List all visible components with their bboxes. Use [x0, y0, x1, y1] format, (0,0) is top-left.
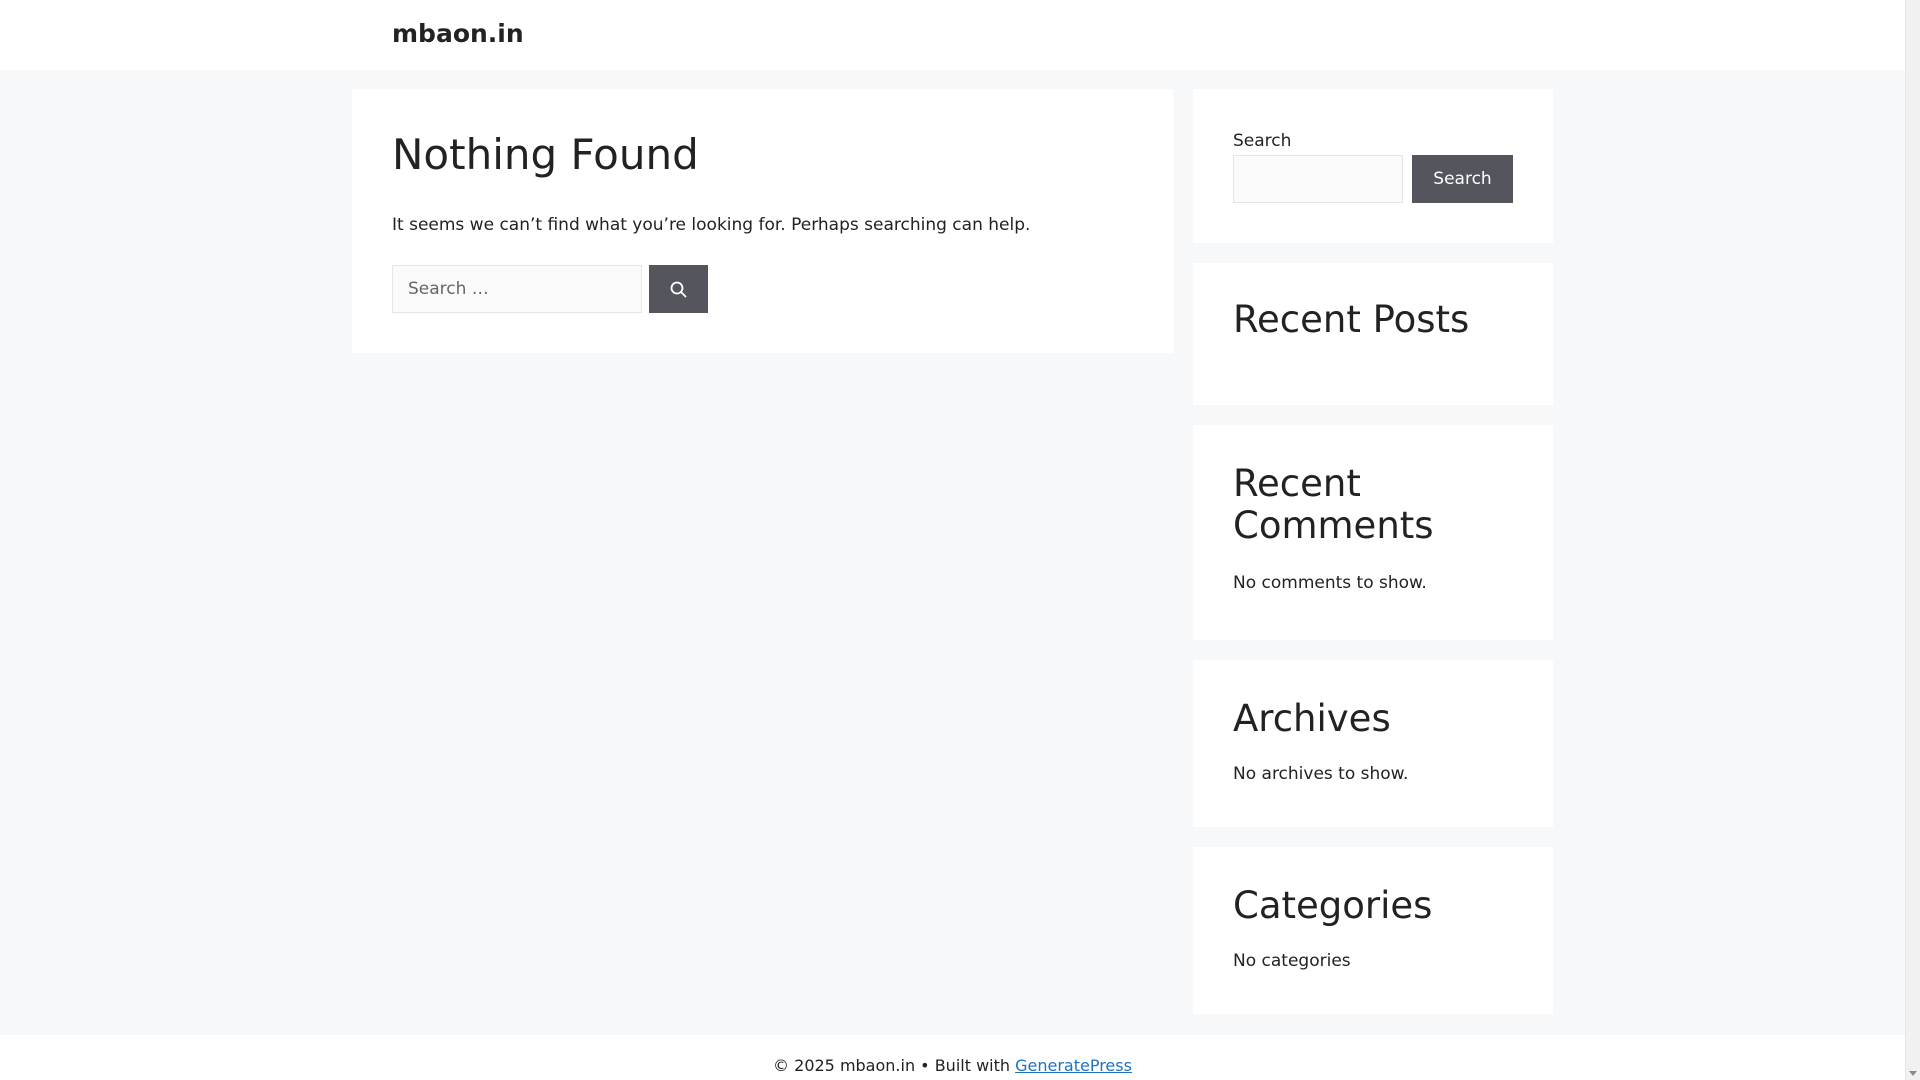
recent-comments-title: Recent Comments — [1233, 462, 1434, 547]
main-content: Nothing Found It seems we can’t find wha… — [352, 89, 1173, 353]
search-widget-label: Search — [1233, 131, 1292, 151]
site-title-link[interactable]: mbaon.in — [392, 18, 524, 50]
widget-search-button[interactable]: Search — [1412, 155, 1513, 203]
footer-copyright: © 2025 mbaon.in • Built with — [773, 1056, 1011, 1075]
search-icon — [670, 281, 687, 297]
recent-comments-widget: Recent Comments No comments to show. — [1193, 425, 1553, 640]
not-found-message: It seems we can’t find what you’re looki… — [392, 215, 1031, 235]
categories-title: Categories — [1233, 884, 1433, 927]
archives-text: No archives to show. — [1233, 764, 1409, 784]
search-submit-button[interactable] — [649, 265, 708, 313]
recent-posts-title: Recent Posts — [1233, 298, 1470, 341]
page-title: Nothing Found — [392, 130, 699, 179]
site-header: mbaon.in — [0, 0, 1905, 70]
scroll-down-arrow-icon[interactable] — [1909, 1071, 1917, 1076]
search-widget: Search Search — [1193, 89, 1553, 243]
site-footer: © 2025 mbaon.in • Built with GeneratePre… — [0, 1035, 1905, 1080]
archives-title: Archives — [1233, 697, 1391, 740]
archives-widget: Archives No archives to show. — [1193, 660, 1553, 827]
search-input[interactable] — [392, 265, 642, 313]
recent-comments-text: No comments to show. — [1233, 573, 1427, 593]
categories-widget: Categories No categories — [1193, 847, 1553, 1014]
vertical-scrollbar[interactable] — [1905, 0, 1920, 1080]
categories-text: No categories — [1233, 951, 1351, 971]
widget-search-input[interactable] — [1233, 155, 1403, 203]
generatepress-link[interactable]: GeneratePress — [1015, 1056, 1132, 1075]
recent-posts-widget: Recent Posts — [1193, 263, 1553, 405]
